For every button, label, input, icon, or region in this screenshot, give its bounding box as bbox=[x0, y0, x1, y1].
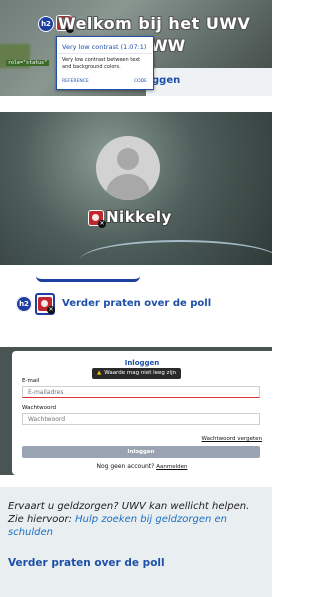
login-link-fragment[interactable]: ggen bbox=[152, 75, 180, 86]
role-attribute-overlay: role="status" bbox=[6, 60, 50, 66]
page-heading-continuation: WW bbox=[150, 36, 186, 55]
password-label: Wachtwoord bbox=[22, 405, 57, 411]
validation-warning: ▲ Waarde mag niet leeg zijn bbox=[92, 368, 182, 379]
login-form: Inloggen ▲ Waarde mag niet leeg zijn E-ma… bbox=[12, 351, 272, 475]
login-button[interactable]: Inloggen bbox=[22, 446, 260, 458]
help-paragraph: Ervaart u geldzorgen? UWV kan wellicht h… bbox=[8, 500, 266, 539]
email-label: E-mail bbox=[22, 378, 40, 384]
page-heading: Welkom bij het UWV bbox=[58, 14, 251, 33]
warning-icon: ▲ bbox=[97, 370, 102, 376]
tooltip-code-link[interactable]: CODE bbox=[134, 79, 147, 84]
decorative-curve bbox=[80, 240, 272, 265]
no-account-label: Nog geen account? bbox=[96, 463, 155, 470]
login-panel: Inloggen ▲ Waarde mag niet leeg zijn E-ma… bbox=[0, 347, 272, 475]
avatar-body-icon bbox=[106, 174, 150, 200]
focus-indicator-bar bbox=[36, 276, 140, 282]
error-marker-icon: ✕ bbox=[98, 220, 106, 228]
error-marker-icon: ✕ bbox=[47, 306, 55, 314]
profile-panel: ✕ Nikkely bbox=[0, 112, 272, 265]
email-field[interactable] bbox=[22, 386, 260, 398]
warning-text: Waarde mag niet leeg zijn bbox=[104, 370, 177, 376]
tooltip-divider bbox=[57, 53, 153, 54]
contrast-error-icon[interactable]: ✕ bbox=[37, 296, 55, 314]
tooltip-title: Very low contrast (1.07:1) bbox=[62, 43, 147, 51]
no-account-text: Nog geen account? Aanmelden bbox=[12, 463, 272, 470]
avatar-head-icon bbox=[117, 148, 139, 170]
register-link[interactable]: Aanmelden bbox=[156, 464, 187, 470]
heading-level-badge[interactable]: h2 bbox=[16, 296, 32, 312]
help-panel: Ervaart u geldzorgen? UWV kan wellicht h… bbox=[0, 487, 272, 597]
poll-link-panel: h2 ✕ Verder praten over de poll bbox=[0, 276, 272, 326]
login-link-strip[interactable]: ggen bbox=[146, 68, 272, 96]
contrast-error-icon[interactable]: ✕ bbox=[88, 210, 106, 228]
login-title: Inloggen bbox=[124, 359, 160, 367]
tooltip-body: Very low contrast between text and backg… bbox=[62, 57, 141, 70]
heading-level-badge[interactable]: h2 bbox=[38, 16, 54, 32]
hero-banner-panel: role="status" h2 ✕ Welkom bij het UWV WW… bbox=[0, 0, 272, 96]
profile-nickname: Nikkely bbox=[106, 208, 172, 226]
contrast-tooltip: Very low contrast (1.07:1) Very low cont… bbox=[56, 36, 154, 90]
poll-link[interactable]: Verder praten over de poll bbox=[62, 298, 211, 309]
password-field[interactable] bbox=[22, 413, 260, 425]
avatar bbox=[96, 136, 160, 200]
poll-link[interactable]: Verder praten over de poll bbox=[8, 557, 165, 569]
tooltip-reference-link[interactable]: REFERENCE bbox=[62, 79, 89, 84]
forgot-password-link[interactable]: Wachtwoord vergeten bbox=[202, 436, 262, 442]
